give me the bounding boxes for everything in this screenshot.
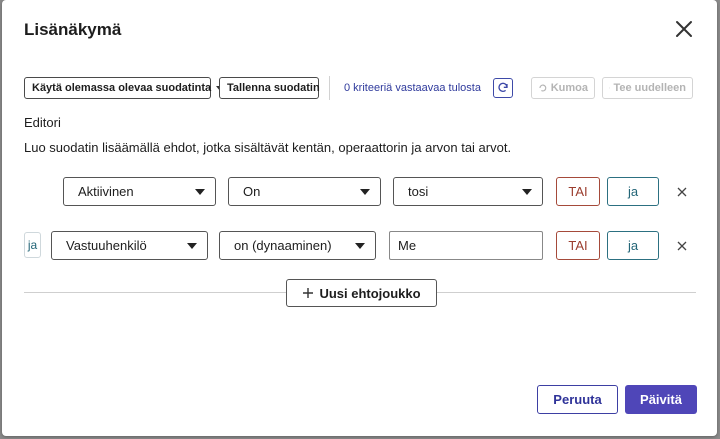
operator-select[interactable]: On (228, 177, 381, 206)
join-label: ja (24, 232, 41, 258)
redo-icon (609, 87, 611, 89)
redo-button[interactable]: Tee uudelleen (602, 77, 693, 99)
remove-condition-icon[interactable] (675, 185, 689, 199)
caret-down-icon (187, 243, 197, 249)
value-select-value: tosi (408, 184, 429, 199)
or-button[interactable]: TAI (556, 177, 600, 206)
filter-dialog: Lisänäkymä Käytä olemassa olevaa suodati… (2, 0, 717, 436)
toolbar-divider (329, 76, 330, 100)
undo-icon (539, 84, 547, 92)
field-select-value: Vastuuhenkilö (66, 238, 147, 253)
operator-select-value: on (dynaaminen) (234, 238, 332, 253)
caret-down-icon (195, 189, 205, 195)
match-count-link[interactable]: 0 kriteeriä vastaavaa tulosta (344, 82, 481, 94)
filter-toolbar: Käytä olemassa olevaa suodatinta Tallenn… (24, 76, 694, 100)
and-button[interactable]: ja (607, 177, 659, 206)
editor-label: Editori (24, 115, 61, 130)
use-existing-filter-label: Käytä olemassa olevaa suodatinta (32, 82, 212, 94)
operator-select[interactable]: on (dynaaminen) (219, 231, 376, 260)
caret-down-icon (360, 189, 370, 195)
field-select-value: Aktiivinen (78, 184, 134, 199)
redo-label: Tee uudelleen (613, 82, 686, 94)
remove-condition-icon[interactable] (675, 239, 689, 253)
new-condition-set-label: Uusi ehtojoukko (319, 285, 421, 301)
or-button[interactable]: TAI (556, 231, 600, 260)
new-condition-set-button[interactable]: Uusi ehtojoukko (286, 279, 437, 307)
close-icon[interactable] (670, 15, 698, 43)
operator-select-value: On (243, 184, 261, 199)
value-input-text: Me (398, 238, 417, 253)
use-existing-filter-dropdown[interactable]: Käytä olemassa olevaa suodatinta (24, 77, 225, 99)
and-button[interactable]: ja (607, 231, 659, 260)
value-select[interactable]: tosi (393, 177, 543, 206)
save-filter-button[interactable]: Tallenna suodatin (219, 77, 320, 99)
undo-label: Kumoa (550, 82, 588, 94)
refresh-icon[interactable] (493, 78, 513, 98)
editor-instructions: Luo suodatin lisäämällä ehdot, jotka sis… (24, 140, 512, 155)
cancel-button[interactable]: Peruuta (537, 385, 618, 414)
dialog-title: Lisänäkymä (24, 20, 122, 39)
caret-down-icon (355, 243, 365, 249)
field-select[interactable]: Vastuuhenkilö (51, 231, 208, 260)
value-input[interactable]: Me (389, 231, 543, 260)
update-button[interactable]: Päivitä (625, 385, 697, 414)
save-filter-label: Tallenna suodatin (227, 82, 320, 94)
field-select[interactable]: Aktiivinen (63, 177, 216, 206)
plus-icon (303, 288, 314, 298)
caret-down-icon (522, 189, 532, 195)
undo-button[interactable]: Kumoa (531, 77, 595, 99)
